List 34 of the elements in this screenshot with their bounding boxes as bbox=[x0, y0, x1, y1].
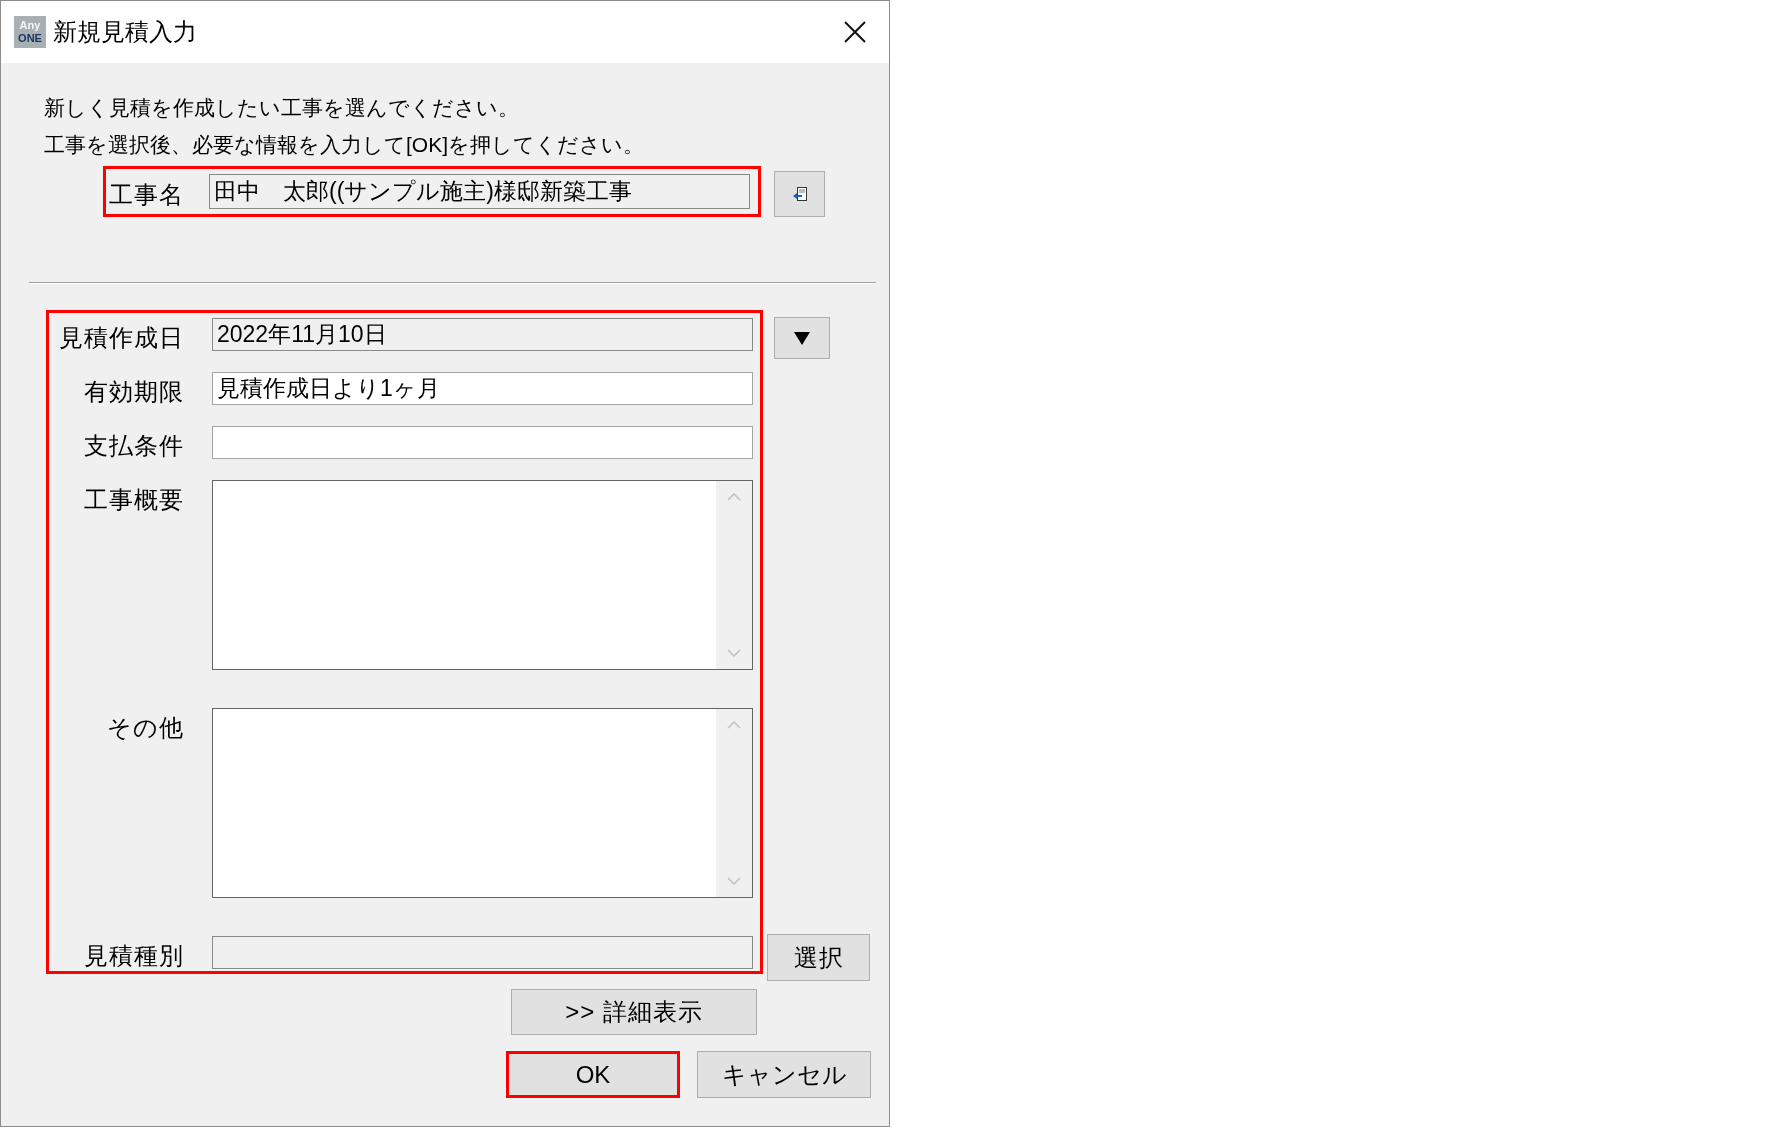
import-button[interactable] bbox=[774, 171, 825, 217]
details-button[interactable]: >> 詳細表示 bbox=[511, 989, 757, 1035]
ok-button[interactable]: OK bbox=[506, 1051, 680, 1098]
document-arrow-icon bbox=[792, 187, 807, 201]
field-label: 工事名 bbox=[109, 180, 184, 210]
field-label: 見積種別 bbox=[84, 941, 184, 971]
cancel-button[interactable]: キャンセル bbox=[697, 1051, 871, 1098]
estimate-type-field[interactable] bbox=[212, 936, 753, 969]
text-area[interactable] bbox=[212, 480, 753, 670]
date-field[interactable]: 2022年11月10日 bbox=[212, 318, 753, 351]
select-button[interactable]: 選択 bbox=[767, 934, 870, 981]
close-button[interactable] bbox=[843, 20, 867, 44]
chevron-down-icon[interactable] bbox=[727, 877, 741, 885]
scrollbar[interactable] bbox=[716, 481, 752, 669]
dropdown-button[interactable] bbox=[774, 317, 830, 359]
text-area[interactable] bbox=[212, 708, 753, 898]
field-label: 見積作成日 bbox=[59, 323, 184, 353]
project-name-field[interactable]: 田中 太郎((サンプル施主)様邸新築工事 bbox=[209, 174, 750, 209]
instruction-text: 工事を選択後、必要な情報を入力して[OK]を押してください。 bbox=[44, 132, 644, 158]
app-logo: Any ONE bbox=[14, 16, 46, 48]
text-field[interactable] bbox=[212, 426, 753, 459]
chevron-down-icon[interactable] bbox=[727, 649, 741, 657]
field-label: 有効期限 bbox=[84, 377, 184, 407]
chevron-up-icon[interactable] bbox=[727, 493, 741, 501]
caret-down-icon bbox=[794, 331, 810, 345]
text-field[interactable]: 見積作成日より1ヶ月 bbox=[212, 372, 753, 405]
instruction-text: 新しく見積を作成したい工事を選んでください。 bbox=[44, 95, 519, 121]
field-label: その他 bbox=[107, 713, 184, 743]
close-icon bbox=[844, 21, 866, 43]
window-title: 新規見積入力 bbox=[53, 17, 197, 47]
scrollbar[interactable] bbox=[716, 709, 752, 897]
field-label: 支払条件 bbox=[84, 431, 184, 461]
chevron-up-icon[interactable] bbox=[727, 721, 741, 729]
field-label: 工事概要 bbox=[84, 485, 184, 515]
